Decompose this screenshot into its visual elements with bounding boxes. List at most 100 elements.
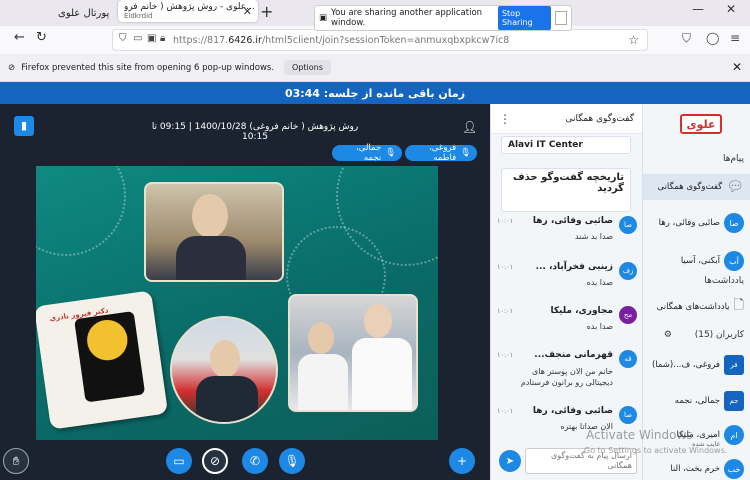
system-message: تاریخچه گفت‌وگو حذف گردید: [501, 168, 631, 212]
raise-hand-button[interactable]: ✋︎: [3, 448, 29, 474]
url-host: 6426.ir: [228, 34, 262, 46]
url-prefix: https://817.: [173, 34, 229, 46]
more-options-icon[interactable]: ⋮: [499, 112, 511, 126]
brand-logo: علوی: [680, 114, 722, 134]
menu-icon[interactable]: ≡: [730, 31, 740, 45]
actions-plus-button[interactable]: +: [449, 448, 475, 474]
camera-permission-icon[interactable]: ▭: [133, 33, 142, 44]
sidebar-item-public-chat[interactable]: 💬︎ گفت‌وگوی همگانی: [643, 174, 750, 200]
message-text: صدا بده: [586, 278, 613, 287]
users-icon[interactable]: 👤︎: [462, 120, 477, 134]
user-name: خرم بخت، النا: [670, 464, 720, 474]
face: [192, 194, 228, 238]
sender-name: صائبی وفائی، رها: [532, 406, 613, 416]
user-list-item[interactable]: جم جمالی، نجمه: [643, 388, 750, 414]
popup-blocked-bar: ⊘ Firefox prevented this site from openi…: [0, 54, 750, 82]
close-icon[interactable]: ✕: [243, 5, 252, 18]
presentation-slide[interactable]: دکتر فیروز نادری: [36, 166, 438, 440]
tab-title: علوی - روش پژوهش ( خانم فرو...: [124, 2, 255, 12]
talking-indicator: 🎙︎ جمالی، نجمه: [332, 143, 402, 163]
avatar: آب: [724, 251, 744, 271]
camera-button[interactable]: ⊘: [202, 448, 228, 474]
talker-name: فروغی، فاطمه: [429, 143, 457, 163]
message-text: صدا بد شند: [574, 232, 613, 241]
chat-message: زف زینبی فخرآباد، ... ۱۰:۰۱ صدا بده: [497, 260, 637, 300]
lock-icon[interactable]: 🔒︎: [160, 33, 165, 44]
audio-phone-button[interactable]: ✆: [242, 448, 268, 474]
sidebar-item-label: صائبی وفائی، رها: [658, 218, 720, 228]
message-time: ۱۰:۰۱: [497, 407, 514, 415]
app-logo-icon[interactable]: ▮: [14, 116, 34, 136]
back-icon[interactable]: ←: [14, 30, 25, 45]
avatar: جم: [724, 391, 744, 411]
close-window-icon[interactable]: ✕: [726, 2, 736, 16]
talker-name: جمالی، نجمه: [356, 143, 382, 163]
mic-button[interactable]: 🎙︎: [279, 448, 305, 474]
chat-message: صا صائبی وفائی، رها ۱۰:۰۱ صدا بد شند: [497, 214, 637, 254]
chat-message: قه قهرمانی منجف... ۱۰:۰۱ خانم من الان پو…: [497, 348, 637, 398]
bbb-app: ▮ روش پژوهش ( خانم فروغی) 1400/10/28 | 0…: [0, 104, 750, 480]
url-path: /html5client/join?sessionToken=anmuxqbxp…: [261, 34, 510, 46]
message-time: ۱۰:۰۱: [497, 263, 514, 271]
activation-watermark-sub: Go to Settings to activate Windows.: [584, 446, 728, 455]
session-title: روش پژوهش ( خانم فروغی) 1400/10/28 | 09:…: [151, 122, 359, 142]
sidebar-item-label: آبکنی، آسیا: [680, 256, 720, 266]
users-section-title: کاربران (15) ⚙: [664, 330, 744, 340]
minimize-window-icon[interactable]: —: [692, 2, 704, 16]
pocket-icon[interactable]: ⛉: [682, 31, 691, 46]
face: [364, 304, 392, 338]
avatar: خب: [724, 459, 744, 479]
url-bar[interactable]: ⛉ ▭ ▣ 🔒︎ https://817. 6426.ir/html5client…: [112, 29, 648, 51]
new-tab-button[interactable]: +: [260, 2, 273, 21]
account-icon[interactable]: ◯: [706, 31, 719, 45]
send-icon[interactable]: ➤: [499, 450, 521, 472]
notes-section-title: یادداشت‌ها: [704, 276, 744, 286]
popup-options-button[interactable]: Options: [284, 60, 331, 75]
message-time: ۱۰:۰۱: [497, 307, 514, 315]
suit: [176, 236, 246, 280]
tab-portal[interactable]: پورتال علوی: [58, 0, 116, 26]
minimize-share-button[interactable]: [554, 11, 567, 25]
sidebar-item-private-chat[interactable]: آب آبکنی، آسیا: [643, 248, 750, 274]
chat-title[interactable]: گفت‌وگوی همگانی: [565, 114, 634, 124]
close-icon[interactable]: ✕: [732, 60, 742, 74]
session-timer: زمان باقی مانده از جلسه: 03:44: [0, 82, 750, 104]
tab-title: پورتال علوی: [58, 7, 110, 19]
book-cover: دکتر فیروز نادری: [36, 290, 169, 430]
avatar: ام: [724, 425, 744, 445]
reload-icon[interactable]: ↻: [36, 30, 47, 45]
user-list-item[interactable]: خب خرم بخت، النا: [643, 456, 750, 480]
user-list-item[interactable]: فر فروغی، ف...(شما): [643, 352, 750, 378]
share-icon: ▣: [319, 13, 328, 23]
sender-name: صائبی وفائی، رها: [532, 216, 613, 226]
message-text: خانم من الان پوستر های دیجیتالی رو برانو…: [520, 367, 613, 387]
avatar: مح: [619, 306, 637, 324]
bookmark-star-icon[interactable]: ☆: [628, 33, 639, 47]
screen-share-button[interactable]: ▭: [166, 448, 192, 474]
avatar: فر: [724, 355, 744, 375]
screen-permission-icon[interactable]: ▣: [147, 33, 156, 44]
shield-icon[interactable]: ⛉: [119, 33, 127, 44]
stop-sharing-button[interactable]: Stop Sharing: [497, 6, 551, 30]
action-bar: ✋︎ ▭ ⊘ ✆ 🎙︎ +: [0, 416, 490, 480]
gear-icon[interactable]: ⚙: [664, 330, 672, 340]
talking-indicator: 🎙︎ فروغی، فاطمه: [405, 143, 477, 163]
share-text: You are sharing another application wind…: [331, 8, 483, 28]
sender-name: قهرمانی منجف...: [534, 350, 613, 360]
tab-active-session[interactable]: علوی - روش پژوهش ( خانم فرو... Eldkrdid …: [118, 0, 258, 22]
face: [210, 340, 240, 378]
screen-share-notification: ▣ You are sharing another application wi…: [314, 5, 572, 31]
sidebar-item-label: یادداشت‌های همگانی: [656, 302, 730, 312]
mic-icon: 🎙︎: [385, 148, 396, 158]
popup-blocked-text: Firefox prevented this site from opening…: [21, 62, 275, 73]
sidebar-item-private-chat[interactable]: صا صائبی وفائی، رها: [643, 210, 750, 236]
user-name: جمالی، نجمه: [674, 396, 720, 406]
portrait-circle-photo: [170, 316, 278, 424]
popup-blocked-icon: ⊘: [8, 62, 16, 73]
presentation-area: ▮ روش پژوهش ( خانم فروغی) 1400/10/28 | 0…: [0, 104, 490, 480]
users-count: کاربران (15): [694, 330, 744, 340]
sidebar-item-shared-notes[interactable]: 🗋︎ یادداشت‌های همگانی: [643, 294, 750, 320]
chat-bubble-icon: 💬︎: [726, 179, 744, 195]
sender-name: مجاوری، ملیکا: [550, 306, 613, 316]
avatar: صا: [619, 216, 637, 234]
